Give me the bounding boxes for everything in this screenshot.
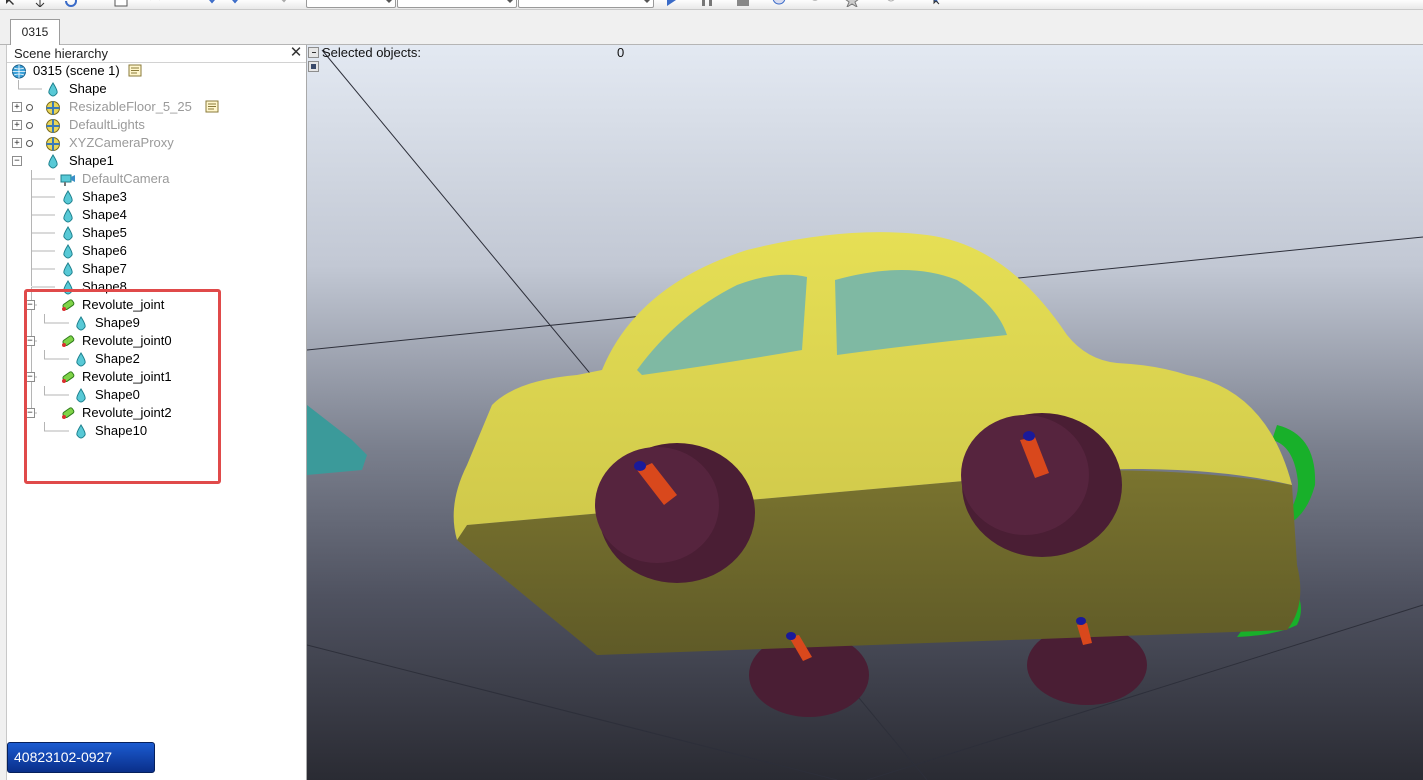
tree-item-label: Shape1 <box>69 153 114 168</box>
star-icon[interactable] <box>845 0 859 7</box>
camera-icon <box>60 172 76 187</box>
refresh-icon[interactable] <box>884 0 898 7</box>
dummy-icon <box>45 118 61 133</box>
tree-item-label: XYZCameraProxy <box>69 135 174 150</box>
undo-icon[interactable] <box>148 0 162 7</box>
scene-hierarchy-panel: Scene hierarchy ✕ 0315 (scene 1) Shape + Re… <box>6 45 307 780</box>
pause-icon[interactable] <box>700 0 714 7</box>
globe-icon <box>11 64 27 79</box>
shape-icon <box>60 226 76 241</box>
tree-item-shape3[interactable]: Shape3 <box>7 188 297 206</box>
main-toolbar <box>0 0 1423 10</box>
selected-objects-count: 0 <box>617 45 625 60</box>
tree-item-shape4[interactable]: Shape4 <box>7 206 297 224</box>
tree-item-shape6[interactable]: Shape6 <box>7 242 297 260</box>
shape-icon <box>60 208 76 223</box>
cyan-object <box>307 405 367 475</box>
tree-item-label: 0315 (scene 1) <box>33 63 120 78</box>
translate-icon[interactable] <box>33 0 47 7</box>
realtime-icon[interactable] <box>772 0 786 7</box>
tree-item-label: Shape <box>69 81 107 96</box>
visibility-dot-icon <box>26 122 33 129</box>
tree-item-label: Shape4 <box>82 207 127 222</box>
tree-item-shape7[interactable]: Shape7 <box>7 260 297 278</box>
timestep-select[interactable] <box>518 0 654 8</box>
tree-item-label: Shape3 <box>82 189 127 204</box>
scene-viewport[interactable]: Selected objects: 0 <box>307 45 1423 780</box>
rear-upper-wheel-face <box>595 447 719 563</box>
tree-item-shape5[interactable]: Shape5 <box>7 224 297 242</box>
viewport-minimize-button[interactable] <box>308 47 319 58</box>
shape-icon <box>60 262 76 277</box>
tree-item-shape[interactable]: Shape <box>7 80 297 98</box>
robot-icon[interactable] <box>808 0 822 7</box>
tree-item-defaultlights[interactable]: + DefaultLights <box>7 116 297 134</box>
selected-objects-label: Selected objects: <box>322 45 422 60</box>
tree-item-label: ResizableFloor_5_25 <box>69 99 192 114</box>
play-icon[interactable] <box>664 0 678 7</box>
tree-item-label: DefaultCamera <box>82 171 170 186</box>
viewport-view-button[interactable] <box>308 61 319 72</box>
page-icon[interactable] <box>114 0 128 7</box>
engine-select[interactable] <box>306 0 396 8</box>
cursor-tool-icon[interactable] <box>926 0 940 7</box>
scene-render <box>307 49 1423 780</box>
tree-item-xyzcameraproxy[interactable]: + XYZCameraProxy <box>7 134 297 152</box>
select-cursor-icon[interactable] <box>2 0 16 7</box>
tree-item-label: Shape7 <box>82 261 127 276</box>
scene-tab-bar: 0315 <box>0 10 1423 45</box>
precision-select[interactable] <box>397 0 517 8</box>
expand-icon[interactable]: + <box>12 138 22 148</box>
tab-scene-0315[interactable]: 0315 <box>10 19 60 45</box>
shape-icon <box>45 82 61 97</box>
check-icon[interactable] <box>278 0 292 7</box>
dummy-icon <box>45 100 61 115</box>
shape-icon <box>60 190 76 205</box>
dummy-icon <box>45 136 61 151</box>
visibility-dot-icon <box>26 140 33 147</box>
shape-icon <box>60 244 76 259</box>
tree-item-defaultcamera[interactable]: DefaultCamera <box>7 170 297 188</box>
tree-item-shape1[interactable]: − Shape1 <box>7 152 297 170</box>
student-id-badge: 40823102-0927 <box>7 742 155 773</box>
arrow-down-icon-2[interactable] <box>228 0 242 7</box>
tree-item-0315-scene-1-[interactable]: 0315 (scene 1) <box>7 62 297 80</box>
tree-item-resizablefloor-5-25[interactable]: + ResizableFloor_5_25 <box>7 98 297 116</box>
expand-icon[interactable]: + <box>12 102 22 112</box>
tree-item-label: Shape5 <box>82 225 127 240</box>
joint-highlight-box <box>24 289 221 484</box>
shape-icon <box>45 154 61 169</box>
collapse-icon[interactable]: − <box>12 156 22 166</box>
tree-item-label: DefaultLights <box>69 117 145 132</box>
arrow-down-icon[interactable] <box>205 0 219 7</box>
rotate-icon[interactable] <box>64 0 78 7</box>
stop-icon[interactable] <box>736 0 750 7</box>
visibility-dot-icon <box>26 104 33 111</box>
expand-icon[interactable]: + <box>12 120 22 130</box>
tree-item-label: Shape6 <box>82 243 127 258</box>
